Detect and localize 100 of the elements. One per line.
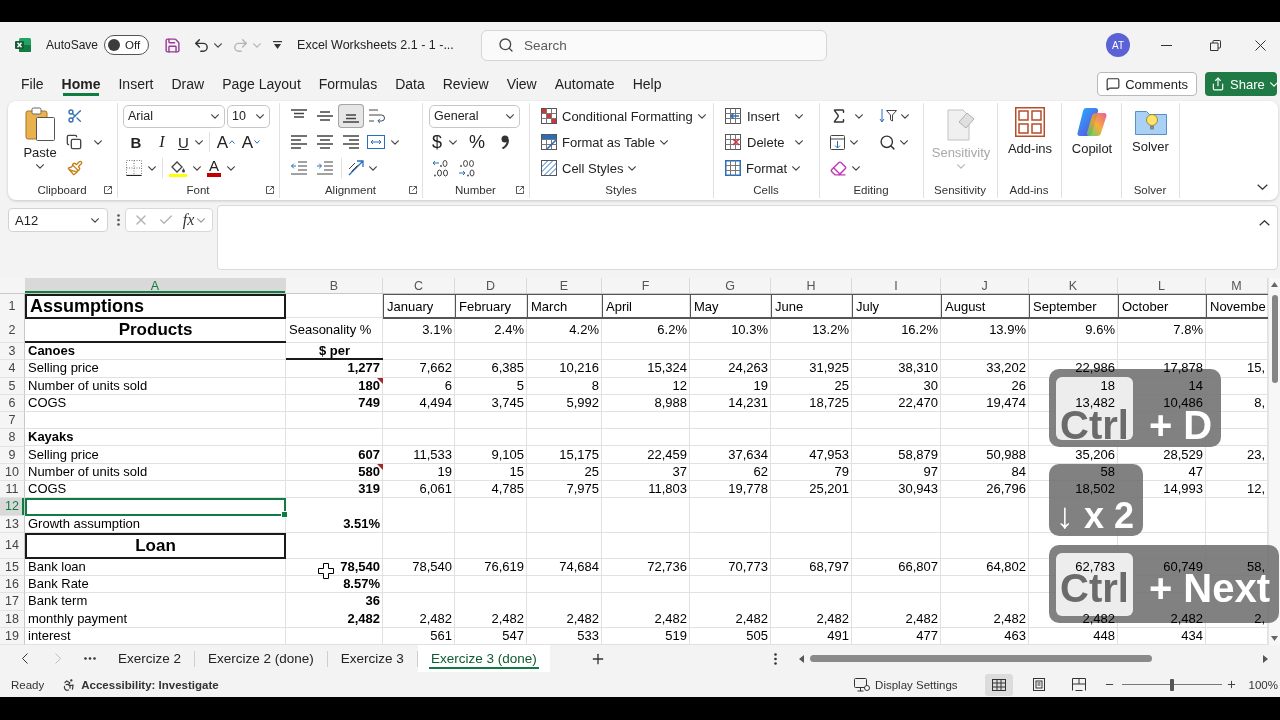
menu-tab[interactable]: Automate [545,69,624,99]
scroll-right-icon[interactable] [1262,654,1268,663]
menu-tab[interactable]: File [12,69,53,99]
sheet-tab[interactable]: Exercize 3 [327,645,417,672]
add-ins-button[interactable]: Add-ins [999,104,1061,180]
row-header[interactable]: 11 [0,481,25,499]
column-header[interactable]: A [25,278,286,293]
column-header[interactable]: K [1029,278,1118,293]
cells-menu-button[interactable]: Delete [722,130,806,154]
column-header[interactable]: B [286,278,383,293]
table-cell: 19 [753,378,768,394]
table-cell-text: 62,783 [1075,559,1115,574]
caret-icon [148,165,156,171]
column-header[interactable]: G [690,278,771,293]
sheet-tab[interactable]: Exercize 3 (done) [417,645,550,672]
menu-tab[interactable]: Data [386,69,434,99]
column-header[interactable]: C [383,278,455,293]
row-header[interactable]: 1 [0,294,25,319]
row-header[interactable]: 2 [0,318,25,343]
sheet-tab[interactable]: Exercize 2 [105,645,195,672]
copilot-button[interactable]: Copilot [1063,104,1121,180]
restore-icon [1210,39,1221,51]
row-header[interactable]: 3 [0,343,25,361]
grow-font-button[interactable]: A [212,130,239,154]
menu-tab[interactable]: Insert [109,69,163,99]
view-mode-button[interactable] [984,673,1013,696]
underline-button[interactable]: U [175,130,206,154]
column-header[interactable]: J [941,278,1029,293]
dialog-launcher-icon[interactable] [409,185,417,194]
menu-tab[interactable]: View [497,69,546,99]
menu-tab[interactable]: Review [433,69,498,99]
column-header[interactable]: F [602,278,690,293]
cells-menu-button[interactable]: Format [722,156,804,180]
display-settings-button[interactable]: Display Settings [851,673,961,696]
scroll-up-icon[interactable] [1271,282,1278,287]
font-color-button[interactable]: A [204,156,238,180]
row-header[interactable]: 12 [0,498,25,516]
column-header[interactable]: H [771,278,852,293]
scroll-down-icon[interactable] [1271,636,1278,641]
month-header: August [941,294,1029,319]
row-header[interactable]: 8 [0,429,25,447]
table-cell: 23, [1246,447,1265,463]
column-header[interactable]: E [527,278,602,293]
table-cell: 47 [1188,464,1203,480]
italic-button[interactable]: I [149,130,175,154]
selected-cell[interactable] [25,498,286,516]
bottom-align-button[interactable] [338,104,364,128]
dialog-launcher-icon[interactable] [104,185,112,194]
row-header[interactable]: 16 [0,576,25,594]
page-break-view-icon [1071,678,1086,691]
share-button[interactable]: Share [1205,72,1277,96]
accessibility-button[interactable]: Accessibility: Investigate [59,673,222,696]
menu-tab[interactable]: Formulas [309,69,387,99]
comments-button[interactable]: Comments [1097,72,1197,96]
column-header[interactable]: I [852,278,941,293]
row-header[interactable]: 14 [0,532,25,559]
autosave-toggle[interactable]: Off [104,35,150,55]
scrollbar-thumb[interactable] [809,655,1152,662]
insert-function-button[interactable]: fx [180,210,208,230]
styles-menu-button[interactable]: Cell Styles [538,156,640,180]
font-size-field[interactable]: 10 [227,104,270,128]
styles-menu-button[interactable]: Conditional Formatting [538,104,709,128]
fill-handle[interactable] [281,510,288,518]
number-format-field[interactable]: General [429,104,520,128]
menu-tab[interactable]: Page Layout [213,69,310,99]
menu-tab[interactable]: Draw [162,69,214,99]
table-cell: 3.1% [422,323,452,338]
collapse-ribbon-button[interactable] [1255,182,1270,192]
paste-button[interactable]: Paste [22,104,58,180]
scroll-left-icon[interactable] [798,654,804,663]
row-header[interactable]: 17 [0,593,25,611]
caret-icon [391,139,399,145]
dialog-launcher-icon[interactable] [266,185,274,194]
menu-tab[interactable]: Help [623,69,671,99]
cells-menu-button[interactable]: Insert [722,104,806,128]
column-header[interactable]: D [455,278,527,293]
search-field[interactable]: Search [481,29,827,61]
sheet-tab[interactable]: Exercize 2 (done) [195,645,327,672]
zoom-slider-thumb[interactable] [1169,678,1174,691]
caret-up-icon [229,140,235,144]
user-avatar[interactable]: AT [1106,33,1130,57]
styles-menu-button[interactable]: Format as Table [538,130,671,154]
shrink-font-button[interactable]: A [238,130,263,154]
scrollbar-thumb[interactable] [1271,295,1278,383]
copilot-icon [1077,107,1107,137]
percent-button[interactable]: % [465,130,489,154]
name-box-field[interactable]: A12 [8,208,108,232]
font-name-field[interactable]: Arial [123,104,225,128]
caret-icon [900,139,908,145]
solver-button[interactable]: Solver [1122,104,1179,180]
vertical-dots-icon[interactable] [117,214,120,226]
dialog-launcher-icon[interactable] [516,185,524,194]
category-label: Canoes [28,344,75,360]
column-header[interactable]: L [1118,278,1206,293]
row-header[interactable]: 7 [0,412,25,430]
currency-button[interactable]: $ [429,130,460,154]
row-header[interactable]: 4 [0,360,25,378]
bold-button[interactable]: B [123,130,149,154]
formula-input[interactable] [217,205,1278,270]
share-icon [1211,77,1225,91]
